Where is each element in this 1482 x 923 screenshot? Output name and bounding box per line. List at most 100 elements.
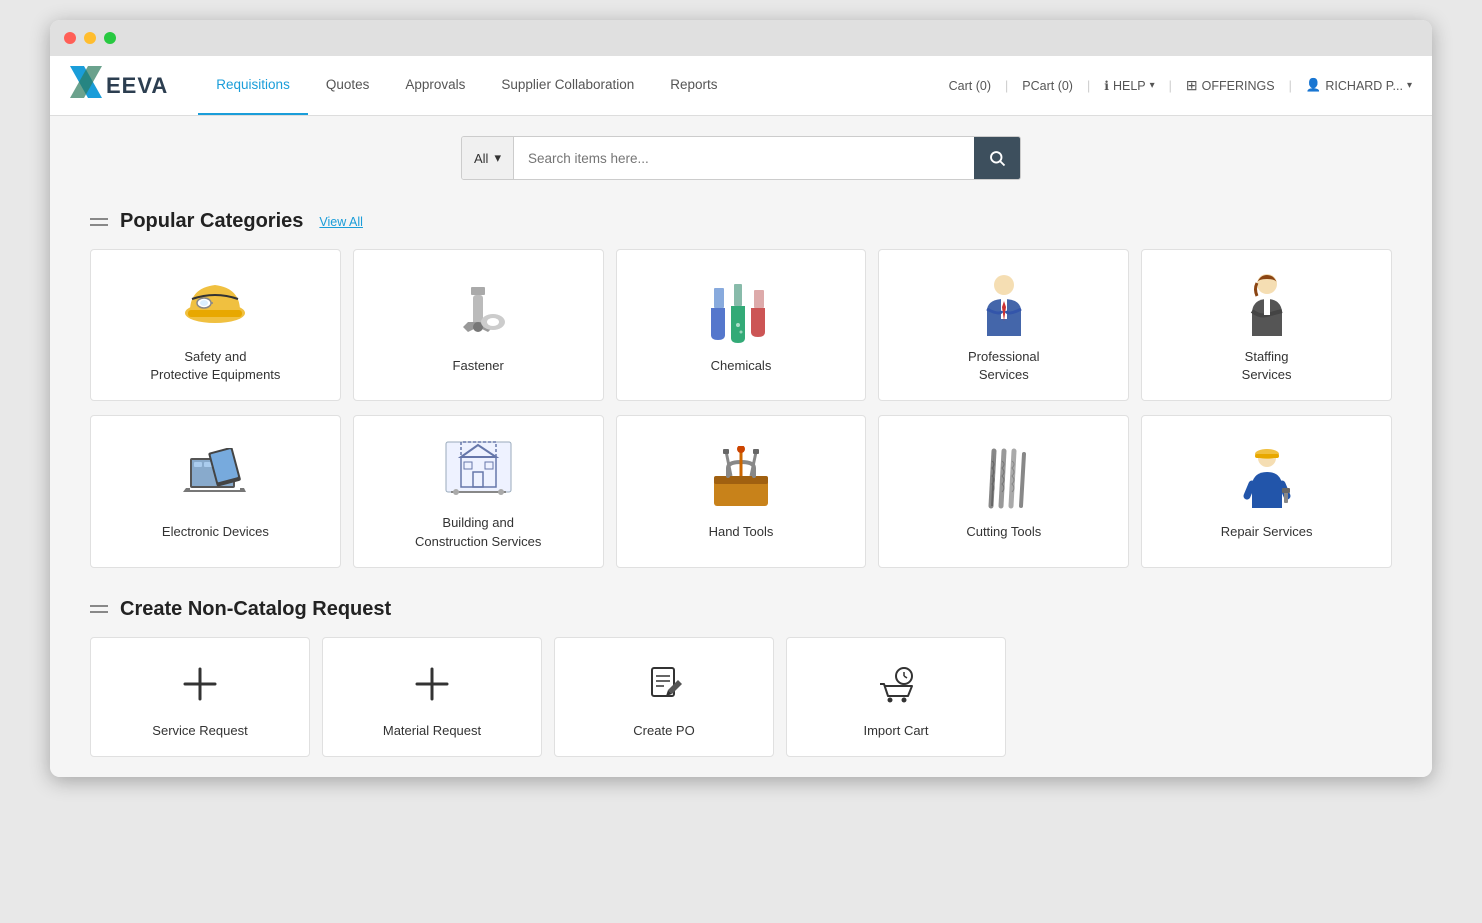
safety-icon xyxy=(175,268,255,338)
category-staffing[interactable]: StaffingServices xyxy=(1141,249,1392,401)
non-catalog-lines-icon xyxy=(90,605,108,613)
material-request-label: Material Request xyxy=(383,723,481,738)
header-right: Cart (0) | PCart (0) | ℹ HELP ▾ | ⊞ OFFE… xyxy=(949,77,1412,94)
import-cart-svg xyxy=(876,664,916,704)
help-icon: ℹ xyxy=(1104,78,1109,93)
category-building[interactable]: Building andConstruction Services xyxy=(353,415,604,567)
building-icon xyxy=(438,434,518,504)
non-catalog-grid: Service Request Material Request xyxy=(90,637,1392,757)
fastener-label: Fastener xyxy=(453,357,504,375)
tab-requisitions[interactable]: Requisitions xyxy=(198,56,308,115)
category-safety[interactable]: Safety andProtective Equipments xyxy=(90,249,341,401)
electronic-svg xyxy=(178,448,253,508)
building-label: Building andConstruction Services xyxy=(415,514,541,550)
professional-svg xyxy=(969,271,1039,336)
logo-text: EEVA xyxy=(106,73,168,99)
electronic-label: Electronic Devices xyxy=(162,523,269,541)
help-label: HELP xyxy=(1113,79,1146,93)
professional-icon xyxy=(964,268,1044,338)
main-content: Popular Categories View All xyxy=(50,190,1432,777)
user-label: RICHARD P... xyxy=(1325,79,1403,93)
non-catalog-create-po[interactable]: Create PO xyxy=(554,637,774,757)
fastener-icon xyxy=(438,277,518,347)
create-po-icon xyxy=(644,664,684,713)
sep2: | xyxy=(1087,79,1090,93)
category-cuttingtools[interactable]: Cutting Tools xyxy=(878,415,1129,567)
app-window: EEVA Requisitions Quotes Approvals Suppl… xyxy=(50,20,1432,777)
staffing-icon xyxy=(1227,268,1307,338)
tab-approvals[interactable]: Approvals xyxy=(387,56,483,115)
user-chevron: ▾ xyxy=(1407,80,1412,91)
category-chemicals[interactable]: Chemicals xyxy=(616,249,867,401)
logo[interactable]: EEVA xyxy=(70,66,168,105)
user-icon: 👤 xyxy=(1306,78,1322,93)
cuttingtools-icon xyxy=(964,443,1044,513)
professional-label: ProfessionalServices xyxy=(968,348,1040,384)
repair-label: Repair Services xyxy=(1221,523,1313,541)
category-professional[interactable]: ProfessionalServices xyxy=(878,249,1129,401)
non-catalog-import-cart[interactable]: Import Cart xyxy=(786,637,1006,757)
category-grid-row1: Safety andProtective Equipments xyxy=(90,249,1392,401)
tab-supplier-collaboration[interactable]: Supplier Collaboration xyxy=(483,56,652,115)
maximize-dot[interactable] xyxy=(104,32,116,44)
nc-line2 xyxy=(90,611,108,613)
close-dot[interactable] xyxy=(64,32,76,44)
non-catalog-header: Create Non-Catalog Request xyxy=(90,598,1392,621)
category-repair[interactable]: Repair Services xyxy=(1141,415,1392,567)
chemicals-svg xyxy=(706,280,776,345)
non-catalog-title: Create Non-Catalog Request xyxy=(120,598,391,621)
cuttingtools-svg xyxy=(969,446,1039,511)
repair-svg xyxy=(1232,446,1302,511)
service-request-svg xyxy=(180,664,220,704)
minimize-dot[interactable] xyxy=(84,32,96,44)
non-catalog-material-request[interactable]: Material Request xyxy=(322,637,542,757)
category-handtools[interactable]: Hand Tools xyxy=(616,415,867,567)
category-fastener[interactable]: Fastener xyxy=(353,249,604,401)
handtools-label: Hand Tools xyxy=(709,523,774,541)
section-lines-icon xyxy=(90,218,108,226)
popular-categories-title: Popular Categories xyxy=(120,210,303,233)
cuttingtools-label: Cutting Tools xyxy=(966,523,1041,541)
staffing-label: StaffingServices xyxy=(1242,348,1292,384)
chemicals-icon xyxy=(701,277,781,347)
material-request-icon xyxy=(412,664,452,713)
header: EEVA Requisitions Quotes Approvals Suppl… xyxy=(50,56,1432,116)
search-bar: All ▾ xyxy=(461,136,1021,180)
create-po-label: Create PO xyxy=(633,723,694,738)
handtools-svg xyxy=(706,446,776,511)
logo-icon xyxy=(70,66,102,98)
search-button[interactable] xyxy=(974,137,1020,179)
search-filter-dropdown[interactable]: All ▾ xyxy=(462,137,514,179)
offerings-link[interactable]: ⊞ OFFERINGS xyxy=(1186,77,1275,94)
handtools-icon xyxy=(701,443,781,513)
filter-chevron: ▾ xyxy=(494,150,501,166)
nav-tabs: Requisitions Quotes Approvals Supplier C… xyxy=(198,56,735,115)
search-input[interactable] xyxy=(514,137,974,179)
service-request-label: Service Request xyxy=(152,723,247,738)
sep3: | xyxy=(1169,79,1172,93)
tab-reports[interactable]: Reports xyxy=(652,56,735,115)
help-link[interactable]: ℹ HELP ▾ xyxy=(1104,78,1154,93)
create-po-svg xyxy=(644,664,684,704)
tab-quotes[interactable]: Quotes xyxy=(308,56,388,115)
import-cart-icon xyxy=(876,664,916,713)
repair-icon xyxy=(1227,443,1307,513)
cart-link[interactable]: Cart (0) xyxy=(949,79,991,93)
titlebar xyxy=(50,20,1432,56)
user-menu[interactable]: 👤 RICHARD P... ▾ xyxy=(1306,78,1412,93)
service-request-icon xyxy=(180,664,220,713)
pcart-link[interactable]: PCart (0) xyxy=(1022,79,1073,93)
fastener-svg xyxy=(443,282,513,342)
search-icon xyxy=(988,149,1006,167)
line2 xyxy=(90,224,108,226)
popular-categories-header: Popular Categories View All xyxy=(90,210,1392,233)
offerings-label: OFFERINGS xyxy=(1202,79,1275,93)
nc-line1 xyxy=(90,605,108,607)
non-catalog-service-request[interactable]: Service Request xyxy=(90,637,310,757)
header-left: EEVA Requisitions Quotes Approvals Suppl… xyxy=(70,56,736,115)
chemicals-label: Chemicals xyxy=(711,357,772,375)
view-all-link[interactable]: View All xyxy=(319,215,363,229)
safety-label: Safety andProtective Equipments xyxy=(150,348,280,384)
category-electronic[interactable]: Electronic Devices xyxy=(90,415,341,567)
building-svg xyxy=(441,437,516,502)
